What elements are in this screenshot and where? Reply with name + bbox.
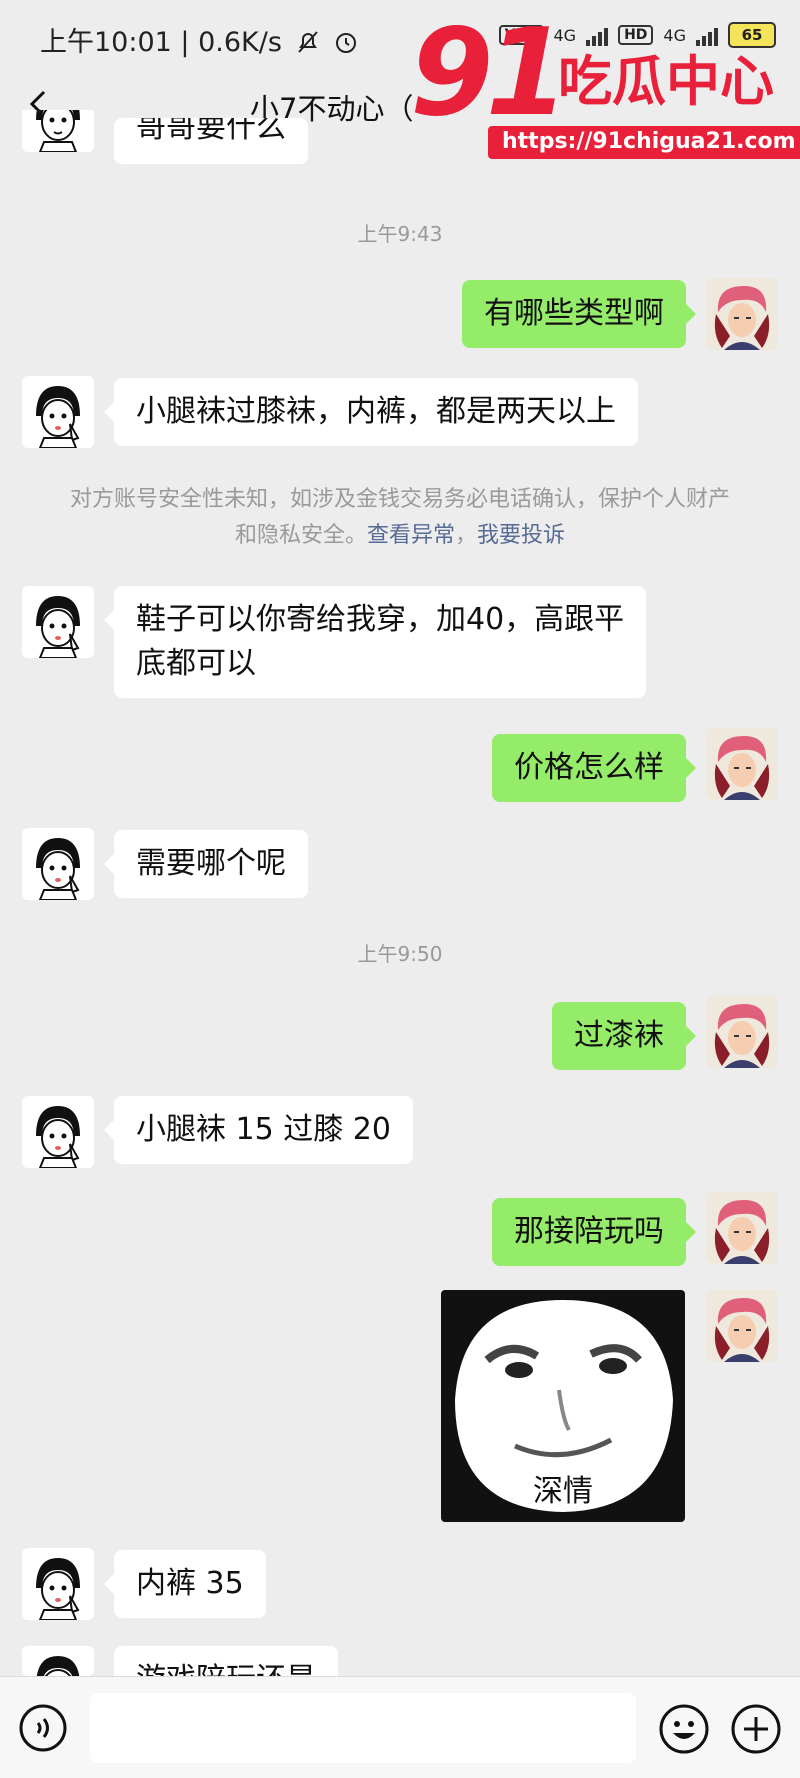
contact-avatar[interactable] <box>22 828 94 900</box>
message-input[interactable] <box>90 1693 636 1763</box>
message-bubble-incoming[interactable]: 小腿袜过膝袜，内裤，都是两天以上 <box>104 378 638 446</box>
contact-avatar[interactable] <box>22 376 94 448</box>
message-text: 那接陪玩吗 <box>514 1214 664 1249</box>
network-label: 4G <box>553 25 577 45</box>
alarm-icon <box>336 33 357 53</box>
message-bubble-incoming[interactable]: 哥哥要什么 <box>114 118 308 164</box>
girl-avatar-icon <box>36 1656 80 1676</box>
message-bubble-outgoing[interactable]: 那接陪玩吗 <box>492 1198 696 1266</box>
notice-separator: ， <box>455 523 478 548</box>
anime-avatar-icon <box>706 278 778 350</box>
mute-bell-icon <box>297 31 318 53</box>
voice-input-icon[interactable] <box>18 1703 68 1753</box>
anime-avatar-icon <box>706 1290 778 1362</box>
message-bubble-incoming[interactable]: 需要哪个呢 <box>104 830 308 898</box>
anime-avatar-icon <box>706 728 778 800</box>
status-time: 上午10:01 <box>40 27 172 58</box>
girl-avatar-icon <box>36 1558 80 1620</box>
network-label-2: 4G <box>663 25 686 45</box>
message-text: 过漆袜 <box>574 1018 664 1053</box>
self-avatar[interactable] <box>706 996 778 1068</box>
self-avatar[interactable] <box>706 278 778 350</box>
contact-avatar[interactable] <box>22 586 94 658</box>
contact-avatar[interactable] <box>22 1548 94 1620</box>
girl-avatar-icon <box>36 1106 80 1168</box>
safety-notice: 对方账号安全性未知，如涉及金钱交易务必电话确认，保护个人财产和隐私安全。查看异常… <box>60 482 740 554</box>
self-avatar[interactable] <box>706 1290 778 1362</box>
message-bubble-incoming[interactable]: 内裤 35 <box>104 1550 266 1618</box>
message-bubble-incoming[interactable]: 小腿袜 15 过膝 20 <box>104 1096 413 1164</box>
contact-avatar[interactable] <box>22 1096 94 1168</box>
girl-avatar-icon <box>36 596 80 658</box>
message-text-line-1: 鞋子可以你寄给我穿，加40，高跟平 <box>136 602 625 637</box>
status-bar: 上午10:01 | 0.6K/s VPN 4G HD 4G 65 <box>0 0 800 72</box>
timestamp: 上午9:43 <box>357 222 443 246</box>
hd-badge: HD <box>618 25 654 45</box>
sticker-caption: 深情 <box>533 1474 593 1509</box>
sticker-message[interactable]: 深情 <box>441 1290 685 1522</box>
report-link[interactable]: 我要投诉 <box>477 523 565 548</box>
girl-avatar-icon <box>36 386 80 448</box>
message-bubble-outgoing[interactable]: 有哪些类型啊 <box>462 280 696 348</box>
view-abnormal-link[interactable]: 查看异常 <box>367 523 455 548</box>
message-text: 有哪些类型啊 <box>484 296 664 331</box>
status-speed: 0.6K/s <box>198 27 282 58</box>
message-text-line-2: 底都可以 <box>136 646 256 681</box>
message-text: 小腿袜过膝袜，内裤，都是两天以上 <box>136 394 616 429</box>
input-bar <box>0 1676 800 1778</box>
message-bubble-outgoing[interactable]: 过漆袜 <box>552 1002 696 1070</box>
plus-icon[interactable] <box>730 1703 782 1755</box>
message-bubble-incoming[interactable]: 鞋子可以你寄给我穿，加40，高跟平 底都可以 <box>103 586 647 698</box>
status-left: 上午10:01 | 0.6K/s <box>40 20 359 59</box>
timestamp: 上午9:50 <box>357 942 443 966</box>
self-avatar[interactable] <box>706 728 778 800</box>
message-text: 价格怎么样 <box>514 750 664 785</box>
emoji-icon[interactable] <box>658 1703 710 1755</box>
message-text: 内裤 35 <box>136 1566 244 1601</box>
girl-avatar-icon <box>36 838 80 900</box>
message-text: 小腿袜 15 过膝 20 <box>136 1112 391 1147</box>
signal-icon <box>586 24 609 46</box>
status-divider: | <box>180 27 199 58</box>
battery-indicator: 65 <box>728 22 776 48</box>
self-avatar[interactable] <box>706 1192 778 1264</box>
anime-avatar-icon <box>706 1192 778 1264</box>
anime-avatar-icon <box>706 996 778 1068</box>
contact-avatar[interactable] <box>22 1646 94 1676</box>
status-right: VPN 4G HD 4G 65 <box>498 22 776 48</box>
message-text: 需要哪个呢 <box>136 846 286 881</box>
vpn-badge: VPN <box>498 25 544 45</box>
message-text: 哥哥要什么 <box>136 118 286 145</box>
signal-icon-2 <box>696 24 718 46</box>
message-bubble-outgoing[interactable]: 价格怎么样 <box>492 734 696 802</box>
